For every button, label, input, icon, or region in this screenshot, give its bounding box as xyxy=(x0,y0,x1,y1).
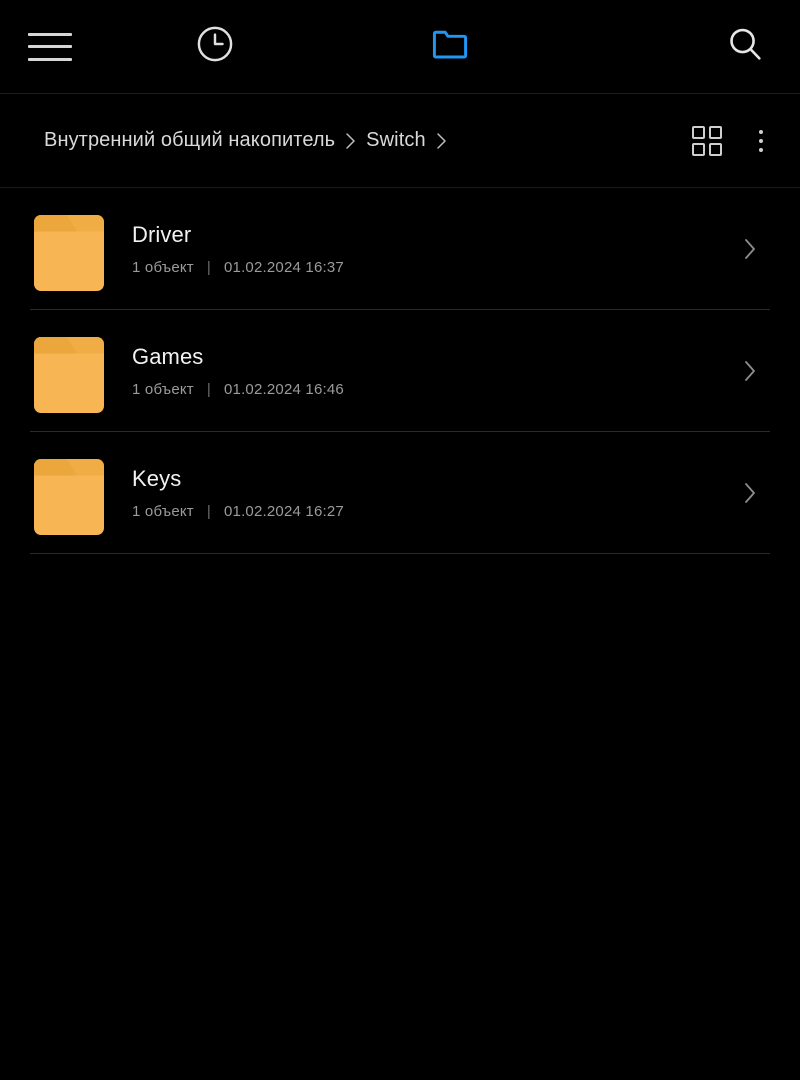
tab-recent[interactable] xyxy=(100,0,330,94)
list-item-count: 1 объект xyxy=(132,258,194,276)
menu-button[interactable] xyxy=(0,0,100,94)
chevron-right-icon-trailing xyxy=(435,131,448,151)
list-item-name: Driver xyxy=(132,221,192,247)
folder-icon xyxy=(428,22,472,71)
breadcrumb: Внутренний общий накопитель Switch xyxy=(44,129,674,152)
chevron-right-icon[interactable] xyxy=(732,234,768,264)
list-item-subtitle: 1 объект | 01.02.2024 16:37 xyxy=(132,260,732,275)
search-icon xyxy=(724,23,766,70)
subtitle-separator: | xyxy=(206,258,211,276)
breadcrumb-actions xyxy=(692,125,776,156)
breadcrumb-segment-root[interactable]: Внутренний общий накопитель xyxy=(44,129,335,152)
list-item-modified: 01.02.2024 16:37 xyxy=(223,258,344,276)
hamburger-menu-icon xyxy=(28,32,72,61)
grid-view-icon[interactable] xyxy=(692,125,722,156)
breadcrumb-bar: Внутренний общий накопитель Switch xyxy=(0,94,800,188)
list-item-count: 1 объект xyxy=(132,502,194,520)
list-item-subtitle: 1 объект | 01.02.2024 16:27 xyxy=(132,504,732,519)
list-item-meta: Driver 1 объект | 01.02.2024 16:37 xyxy=(132,221,732,275)
list-item-meta: Games 1 объект | 01.02.2024 16:46 xyxy=(132,343,732,397)
list-item-name: Games xyxy=(132,343,204,369)
folder-icon xyxy=(34,330,104,413)
list-item[interactable]: Keys 1 объект | 01.02.2024 16:27 xyxy=(0,432,800,554)
list-item-count: 1 объект xyxy=(132,380,194,398)
subtitle-separator: | xyxy=(206,502,211,520)
clock-icon xyxy=(194,23,236,70)
subtitle-separator: | xyxy=(206,380,211,398)
list-item-name: Keys xyxy=(132,465,182,491)
chevron-right-icon xyxy=(344,131,357,151)
breadcrumb-segment-switch[interactable]: Switch xyxy=(366,129,426,152)
list-item-subtitle: 1 объект | 01.02.2024 16:46 xyxy=(132,382,732,397)
tab-files[interactable] xyxy=(330,0,570,94)
folder-icon xyxy=(34,208,104,291)
more-options-icon[interactable] xyxy=(746,126,776,156)
file-manager-screen: Внутренний общий накопитель Switch Drive… xyxy=(0,0,800,1080)
list-item[interactable]: Driver 1 объект | 01.02.2024 16:37 xyxy=(0,188,800,310)
chevron-right-icon[interactable] xyxy=(732,356,768,386)
search-button[interactable] xyxy=(690,0,800,94)
top-toolbar xyxy=(0,0,800,94)
list-item-modified: 01.02.2024 16:46 xyxy=(223,380,344,398)
folder-icon xyxy=(34,452,104,535)
list-item-meta: Keys 1 объект | 01.02.2024 16:27 xyxy=(132,465,732,519)
list-item[interactable]: Games 1 объект | 01.02.2024 16:46 xyxy=(0,310,800,432)
file-list: Driver 1 объект | 01.02.2024 16:37 Games xyxy=(0,188,800,554)
list-item-modified: 01.02.2024 16:27 xyxy=(223,502,344,520)
chevron-right-icon[interactable] xyxy=(732,478,768,508)
